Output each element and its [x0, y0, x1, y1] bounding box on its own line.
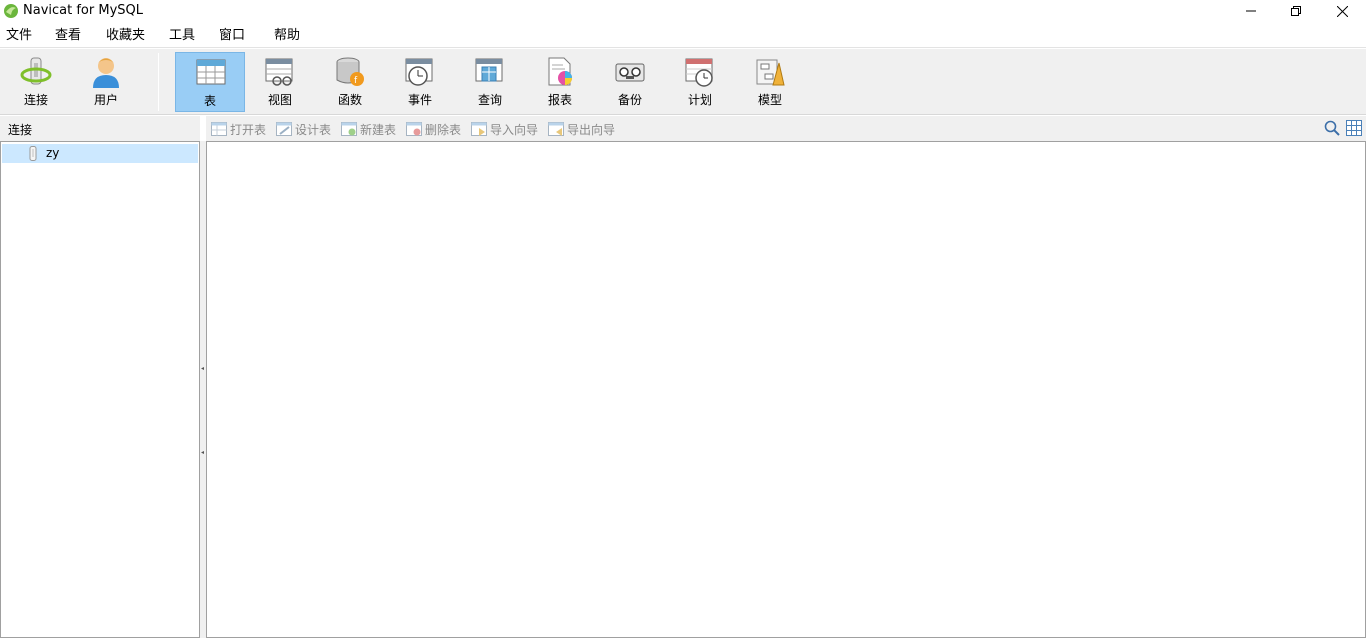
- new-table-icon: [341, 122, 357, 136]
- table-button[interactable]: 表: [175, 52, 245, 112]
- model-label: 模型: [757, 93, 782, 107]
- delete-table-button[interactable]: 删除表: [406, 121, 461, 137]
- view-tools: [1324, 120, 1362, 136]
- open-table-label: 打开表: [230, 122, 267, 137]
- user-button[interactable]: 用户: [71, 52, 141, 112]
- search-icon[interactable]: [1324, 120, 1340, 136]
- tree-item-zy[interactable]: zy: [2, 144, 198, 163]
- view-label: 视图: [267, 93, 292, 107]
- menu-tools[interactable]: 工具: [169, 27, 195, 44]
- open-table-icon: [211, 122, 227, 136]
- query-button[interactable]: 查询: [455, 52, 525, 112]
- function-button[interactable]: f 函数: [315, 52, 385, 112]
- menu-file[interactable]: 文件: [6, 27, 32, 44]
- report-icon: [548, 57, 572, 86]
- delete-table-label: 删除表: [425, 122, 462, 137]
- export-wizard-label: 导出向导: [567, 122, 616, 137]
- query-icon: [475, 58, 503, 82]
- view-icon: [265, 58, 293, 86]
- connect-label: 连接: [23, 93, 48, 107]
- navicat-logo-icon: [4, 4, 18, 18]
- export-wizard-icon: [548, 122, 564, 136]
- schedule-icon: [685, 58, 713, 87]
- delete-table-icon: [406, 122, 422, 136]
- function-icon: f: [336, 57, 364, 86]
- design-table-label: 设计表: [295, 122, 332, 137]
- connections-title: 连接: [8, 123, 33, 137]
- connection-icon: [20, 57, 52, 85]
- event-button[interactable]: 事件: [385, 52, 455, 112]
- import-wizard-button[interactable]: 导入向导: [471, 121, 538, 137]
- connection-node-icon: [29, 146, 37, 161]
- collapse-left-icon[interactable]: ◂: [201, 366, 205, 372]
- export-wizard-button[interactable]: 导出向导: [548, 121, 615, 137]
- table-label: 表: [203, 94, 216, 108]
- connections-header: 连接: [0, 116, 200, 141]
- design-table-icon: [276, 122, 292, 136]
- user-icon: [93, 58, 119, 88]
- import-wizard-icon: [471, 122, 487, 136]
- minimize-icon: [1246, 10, 1256, 12]
- report-button[interactable]: 报表: [525, 52, 595, 112]
- tree-item-label: zy: [46, 146, 60, 160]
- user-label: 用户: [93, 93, 118, 107]
- toolbar-separator: [158, 53, 159, 111]
- design-table-button[interactable]: 设计表: [276, 121, 331, 137]
- open-table-button[interactable]: 打开表: [211, 121, 266, 137]
- report-label: 报表: [547, 93, 572, 107]
- backup-icon: [615, 63, 645, 82]
- menu-help[interactable]: 帮助: [274, 27, 300, 44]
- window-title: Navicat for MySQL: [23, 3, 143, 18]
- menu-favorites[interactable]: 收藏夹: [106, 27, 145, 44]
- table-icon: [196, 59, 226, 85]
- object-list-area[interactable]: [206, 141, 1366, 638]
- model-icon: [756, 59, 785, 86]
- view-button[interactable]: 视图: [245, 52, 315, 112]
- backup-button[interactable]: 备份: [595, 52, 665, 112]
- schedule-label: 计划: [687, 93, 712, 107]
- menu-view[interactable]: 查看: [55, 27, 81, 44]
- menu-bar: 文件 查看 收藏夹 工具 窗口 帮助: [0, 23, 1366, 48]
- object-toolbar: 打开表 设计表 新建表 删除表 导入向导 导出向导: [206, 116, 1366, 141]
- function-label: 函数: [337, 93, 362, 107]
- restore-icon: [1291, 6, 1301, 16]
- backup-label: 备份: [617, 93, 642, 107]
- model-button[interactable]: 模型: [735, 52, 805, 112]
- grid-view-icon[interactable]: [1346, 120, 1362, 136]
- main-toolbar: 连接 用户 表 视图 f 函数 事件 查询 报表 备份 计划 模型: [0, 49, 1366, 115]
- event-label: 事件: [407, 93, 432, 107]
- schedule-button[interactable]: 计划: [665, 52, 735, 112]
- collapse-left-icon-2[interactable]: ◂: [201, 450, 205, 456]
- close-button[interactable]: [1319, 0, 1365, 22]
- connect-button[interactable]: 连接: [1, 52, 71, 112]
- new-table-label: 新建表: [360, 122, 397, 137]
- menu-window[interactable]: 窗口: [219, 27, 245, 44]
- import-wizard-label: 导入向导: [490, 122, 539, 137]
- title-bar: Navicat for MySQL: [0, 0, 1366, 22]
- minimize-button[interactable]: [1228, 0, 1274, 22]
- query-label: 查询: [477, 93, 502, 107]
- restore-button[interactable]: [1273, 0, 1319, 22]
- event-icon: [405, 58, 433, 86]
- connections-tree: zy: [0, 141, 200, 638]
- close-icon: [1336, 5, 1348, 17]
- new-table-button[interactable]: 新建表: [341, 121, 396, 137]
